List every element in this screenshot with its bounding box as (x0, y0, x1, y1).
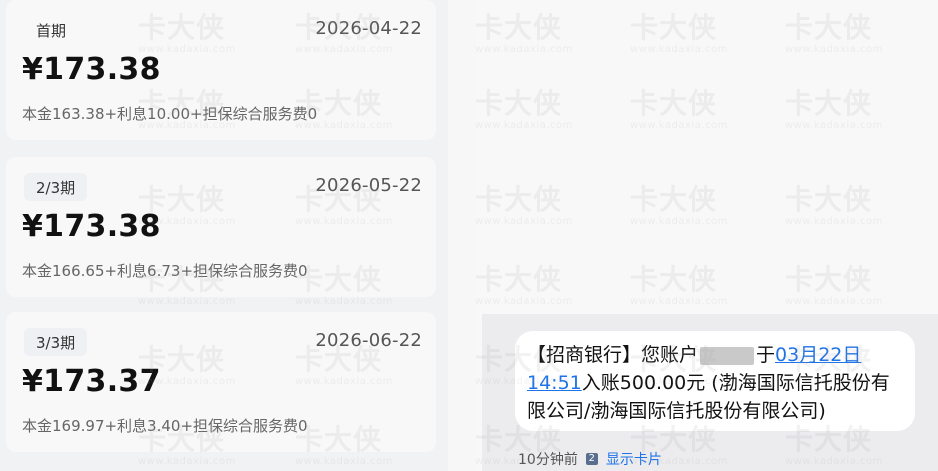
installment-breakdown: 本金163.38+利息10.00+担保综合服务费0 (22, 105, 318, 123)
sms-text: 【招商银行】您账户 于03月22日 14:51入账500.00元 (渤海国际信托股… (527, 341, 903, 425)
show-card-link[interactable]: 显示卡片 (606, 449, 662, 469)
installment-period: 3/3期 (24, 328, 88, 356)
installment-card: 2/3期 2026-05-22 ¥173.38 本金166.65+利息6.73+… (6, 157, 436, 297)
installment-amount: ¥173.37 (22, 364, 161, 399)
installment-period: 2/3期 (24, 173, 88, 201)
masked-account-number (700, 346, 755, 365)
installment-breakdown: 本金166.65+利息6.73+担保综合服务费0 (22, 262, 308, 280)
sms-middle: 于 (756, 344, 776, 366)
installment-card: 3/3期 2026-06-22 ¥173.37 本金169.97+利息3.40+… (6, 312, 436, 452)
installment-card: 首期 2026-04-22 ¥173.38 本金163.38+利息10.00+担… (6, 0, 436, 140)
sim-card-icon: 2 (585, 453, 598, 465)
repayment-schedule-panel: 首期 2026-04-22 ¥173.38 本金163.38+利息10.00+担… (0, 0, 448, 471)
sms-suffix: 入账500.00元 (渤海国际信托股份有限公司/渤海国际信托股份有限公司) (527, 372, 890, 422)
installment-amount: ¥173.38 (22, 52, 161, 87)
sms-prefix: 【招商银行】您账户 (527, 344, 699, 366)
installment-period: 首期 (36, 21, 67, 40)
sms-meta: 10分钟前 2 显示卡片 (518, 449, 662, 469)
installment-date: 2026-06-22 (315, 330, 422, 351)
sms-time-link[interactable]: 14:51 (527, 372, 582, 394)
installment-breakdown: 本金169.97+利息3.40+担保综合服务费0 (22, 417, 308, 435)
installment-amount: ¥173.38 (22, 209, 161, 244)
sms-bubble[interactable]: 【招商银行】您账户 于03月22日 14:51入账500.00元 (渤海国际信托股… (515, 331, 915, 431)
installment-date: 2026-04-22 (315, 18, 422, 39)
panel-divider (448, 0, 476, 471)
sms-time-ago: 10分钟前 (518, 452, 578, 468)
sms-date-link[interactable]: 03月22日 (775, 344, 861, 366)
installment-date: 2026-05-22 (315, 175, 422, 196)
